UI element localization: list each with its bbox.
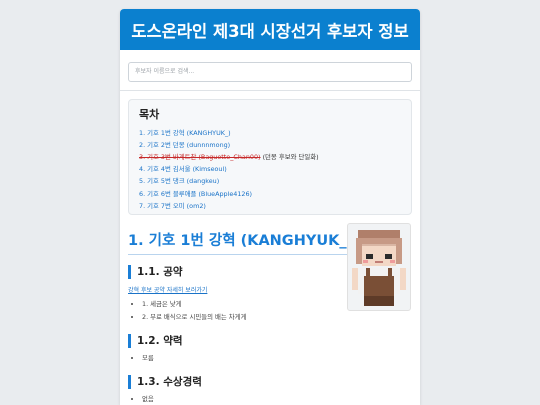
toc-link-6[interactable]: 6. 기호 6번 블루애플 (BlueApple4126) [139, 190, 252, 198]
toc-item: 3. 기호 3번 바게트찬 (Baguette_Chan00) (던몽 후보와 … [139, 151, 401, 163]
toc-item: 1. 기호 1번 강혁 (KANGHYUK_) [139, 127, 401, 139]
toc-note: (던몽 후보와 단일화) [260, 152, 319, 161]
search-input[interactable] [128, 61, 412, 82]
weakness-heading: 1.2. 약력 [128, 333, 347, 348]
list-item: 없음 [142, 393, 412, 405]
toc-item: 5. 기호 5번 댕크 (dangkeu) [139, 175, 401, 187]
list-item: 모름 [142, 352, 412, 365]
section-title: 1. 기호 1번 강혁 (KANGHYUK_) [128, 229, 353, 255]
awards-list: 없음 [128, 393, 412, 405]
toc-item: 7. 기호 7번 오미 (om2) [139, 200, 401, 212]
minecraft-skin-image [352, 229, 406, 306]
pledges-heading: 1.1. 공약 [128, 264, 347, 279]
toc-link-5[interactable]: 5. 기호 5번 댕크 (dangkeu) [139, 177, 219, 185]
toc-link-3[interactable]: 3. 기호 3번 바게트찬 (Baguette_Chan00) [139, 153, 261, 161]
toc-link-4[interactable]: 4. 기호 4번 김서울 (Kimseoul) [139, 165, 227, 173]
divider [120, 89, 420, 91]
toc-list: 1. 기호 1번 강혁 (KANGHYUK_) 2. 기호 2번 던몽 (dun… [139, 127, 401, 212]
toc-item: 4. 기호 4번 김서울 (Kimseoul) [139, 163, 401, 175]
toc-link-2[interactable]: 2. 기호 2번 던몽 (dunnnmong) [139, 141, 230, 149]
list-item: 2. 무료 배식으로 시민들의 배는 차게게 [142, 311, 412, 324]
candidate-portrait [347, 222, 411, 311]
page-title: 도스온라인 제3대 시장선거 후보자 정보 [120, 9, 420, 50]
search-area [120, 50, 420, 82]
candidate-section: 1. 기호 1번 강혁 (KANGHYUK_) 1.1. 공약 강혁 후보 공약… [120, 222, 420, 405]
toc-link-1[interactable]: 1. 기호 1번 강혁 (KANGHYUK_) [139, 129, 231, 137]
toc-title: 목차 [139, 107, 160, 121]
table-of-contents: 목차 1. 기호 1번 강혁 (KANGHYUK_) 2. 기호 2번 던몽 (… [128, 98, 412, 215]
toc-link-7[interactable]: 7. 기호 7번 오미 (om2) [139, 202, 206, 210]
awards-heading: 1.3. 수상경력 [128, 374, 347, 389]
candidate-info-card: 도스온라인 제3대 시장선거 후보자 정보 목차 1. 기호 1번 강혁 (KA… [120, 9, 420, 405]
toc-item: 6. 기호 6번 블루애플 (BlueApple4126) [139, 188, 401, 200]
toc-item: 2. 기호 2번 던몽 (dunnnmong) [139, 139, 401, 151]
weakness-list: 모름 [128, 352, 412, 365]
